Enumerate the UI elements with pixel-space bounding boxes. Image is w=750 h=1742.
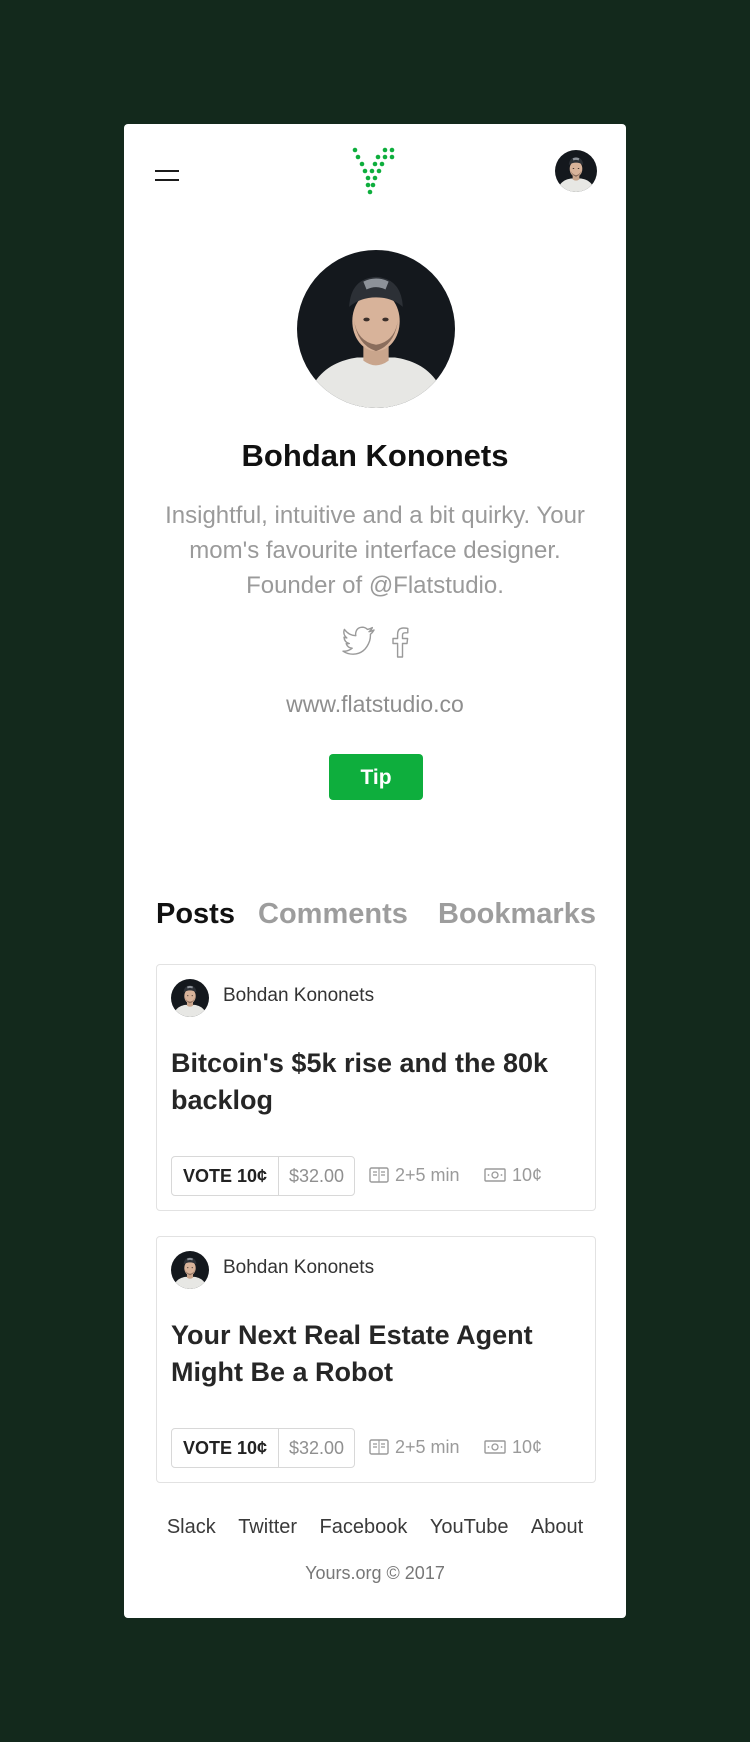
post-title[interactable]: Bitcoin's $5k rise and the 80k backlog	[171, 1045, 581, 1119]
vote-amount: $32.00	[288, 1438, 345, 1458]
read-time-text: 2+5 min	[395, 1437, 460, 1457]
book-icon	[369, 1439, 389, 1455]
post-card[interactable]: Bohdan Kononets Your Next Real Estate Ag…	[156, 1236, 596, 1483]
post-author-avatar	[171, 1251, 209, 1289]
profile-avatar	[297, 250, 455, 408]
post-author-name[interactable]: Bohdan Kononets	[223, 1257, 374, 1279]
tab-comments[interactable]: Comments	[258, 898, 408, 931]
hamburger-menu-icon[interactable]	[155, 164, 181, 186]
footer-link-about[interactable]: About	[531, 1516, 583, 1539]
vote-button[interactable]: VOTE 10¢ $32.00	[171, 1156, 355, 1196]
tab-posts[interactable]: Posts	[156, 898, 235, 931]
vote-button[interactable]: VOTE 10¢ $32.00	[171, 1428, 355, 1468]
footer-link-slack[interactable]: Slack	[167, 1516, 216, 1539]
profile-tabs: Posts Comments Bookmarks	[156, 898, 596, 938]
twitter-icon[interactable]	[342, 626, 376, 661]
read-time-text: 2+5 min	[395, 1165, 460, 1185]
vote-amount: $32.00	[288, 1166, 345, 1186]
money-icon	[484, 1168, 506, 1182]
footer-link-youtube[interactable]: YouTube	[430, 1516, 509, 1539]
post-author-avatar	[171, 979, 209, 1017]
user-avatar-icon[interactable]	[555, 150, 597, 192]
read-time: 2+5 min	[369, 1156, 460, 1194]
footer-links: Slack Twitter Facebook YouTube About	[124, 1516, 626, 1539]
footer-link-facebook[interactable]: Facebook	[320, 1516, 408, 1539]
tip-button[interactable]: Tip	[329, 754, 423, 800]
tab-bookmarks[interactable]: Bookmarks	[438, 898, 596, 931]
facebook-icon[interactable]	[390, 626, 410, 663]
profile-bio: Insightful, intuitive and a bit quirky. …	[165, 502, 585, 599]
vote-label: VOTE 10¢	[172, 1157, 279, 1195]
copyright-text: Yours.org © 2017	[305, 1563, 445, 1583]
post-author-name[interactable]: Bohdan Kononets	[223, 985, 374, 1007]
social-links	[342, 626, 412, 660]
profile-website-link[interactable]: www.flatstudio.co	[124, 691, 626, 718]
post-card[interactable]: Bohdan Kononets Bitcoin's $5k rise and t…	[156, 964, 596, 1211]
book-icon	[369, 1167, 389, 1183]
money-icon	[484, 1440, 506, 1454]
post-price: 10¢	[484, 1428, 542, 1466]
yours-logo-icon[interactable]	[351, 147, 397, 195]
footer-link-twitter[interactable]: Twitter	[238, 1516, 297, 1539]
read-time: 2+5 min	[369, 1428, 460, 1466]
price-text: 10¢	[512, 1165, 543, 1185]
profile-card: Bohdan Kononets Insightful, intuitive an…	[124, 124, 626, 1618]
post-price: 10¢	[484, 1156, 542, 1194]
profile-name: Bohdan Kononets	[241, 438, 509, 473]
post-title[interactable]: Your Next Real Estate Agent Might Be a R…	[171, 1317, 581, 1391]
price-text: 10¢	[512, 1437, 543, 1457]
vote-label: VOTE 10¢	[172, 1429, 279, 1467]
